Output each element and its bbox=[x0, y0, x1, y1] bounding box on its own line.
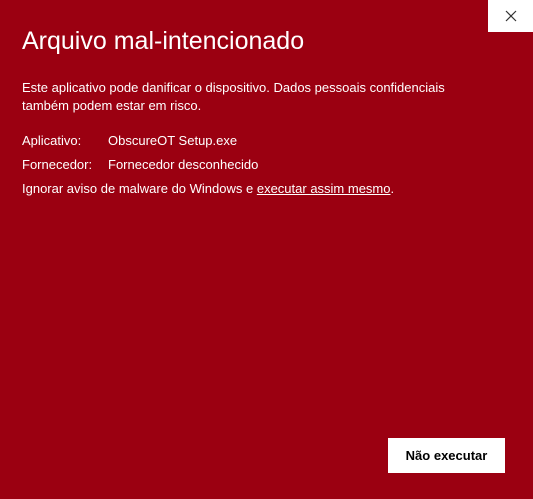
close-icon bbox=[505, 10, 516, 22]
run-anyway-link[interactable]: executar assim mesmo bbox=[257, 181, 391, 196]
close-button[interactable] bbox=[488, 0, 533, 32]
vendor-row: Fornecedor: Fornecedor desconhecido bbox=[22, 156, 258, 174]
ignore-warning-period: . bbox=[390, 181, 395, 196]
app-label: Aplicativo: bbox=[22, 133, 82, 148]
vendor-label: Fornecedor: bbox=[22, 157, 93, 172]
dont-run-button[interactable]: Não executar bbox=[388, 438, 505, 473]
app-value: ObscureOT Setup.exe bbox=[108, 133, 238, 148]
ignore-warning-line: Ignorar aviso de malware do Windows e ex… bbox=[22, 180, 394, 198]
dialog-title: Arquivo mal-intencionado bbox=[22, 27, 305, 55]
malware-warning-dialog: Arquivo mal-intencionado Este aplicativo… bbox=[0, 0, 533, 499]
ignore-warning-text: Ignorar aviso de malware do Windows e bbox=[22, 181, 257, 196]
vendor-value: Fornecedor desconhecido bbox=[108, 157, 259, 172]
app-row: Aplicativo: ObscureOT Setup.exe bbox=[22, 132, 237, 150]
warning-description: Este aplicativo pode danificar o disposi… bbox=[22, 80, 445, 113]
